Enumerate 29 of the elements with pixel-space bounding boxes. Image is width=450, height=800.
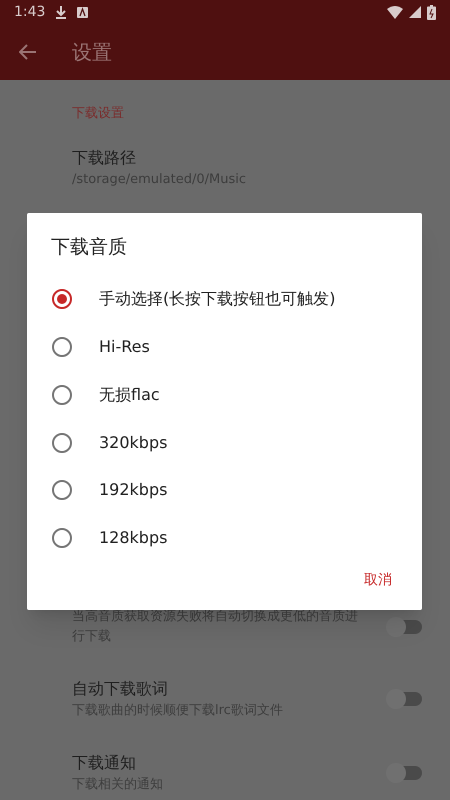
toolbar-title: 设置 — [72, 39, 112, 66]
app-notification-icon — [77, 6, 88, 18]
battery-icon — [427, 4, 436, 20]
radio-button[interactable] — [51, 527, 73, 550]
status-time: 1:43 — [14, 2, 46, 22]
radio-button[interactable] — [51, 432, 73, 454]
setting-title: 下载通知 — [72, 752, 137, 774]
wifi-icon — [387, 6, 403, 18]
radio-option[interactable]: 无损flac — [27, 371, 422, 419]
section-header: 下载设置 — [72, 105, 125, 123]
radio-option[interactable]: 128kbps — [27, 514, 422, 562]
radio-button[interactable] — [51, 288, 73, 310]
setting-title: 下载路径 — [72, 146, 137, 168]
signal-icon — [409, 6, 421, 18]
download-icon — [55, 5, 68, 19]
radio-button[interactable] — [51, 336, 73, 358]
back-arrow-icon — [19, 44, 37, 60]
radio-button[interactable] — [51, 479, 73, 502]
toggle-switch[interactable] — [388, 692, 422, 706]
radio-option[interactable]: 192kbps — [27, 466, 422, 514]
toggle-switch[interactable] — [388, 766, 422, 780]
cancel-button[interactable]: 取消 — [350, 562, 406, 598]
toggle-switch[interactable] — [388, 620, 422, 634]
radio-button[interactable] — [51, 384, 73, 406]
radio-option[interactable]: 手动选择(长按下载按钮也可触发) — [27, 276, 422, 324]
setting-title: 自动下载歌词 — [72, 678, 169, 700]
radio-option[interactable]: Hi-Res — [27, 323, 422, 371]
dialog-title: 下载音质 — [50, 235, 128, 260]
radio-option[interactable]: 320kbps — [27, 418, 422, 466]
